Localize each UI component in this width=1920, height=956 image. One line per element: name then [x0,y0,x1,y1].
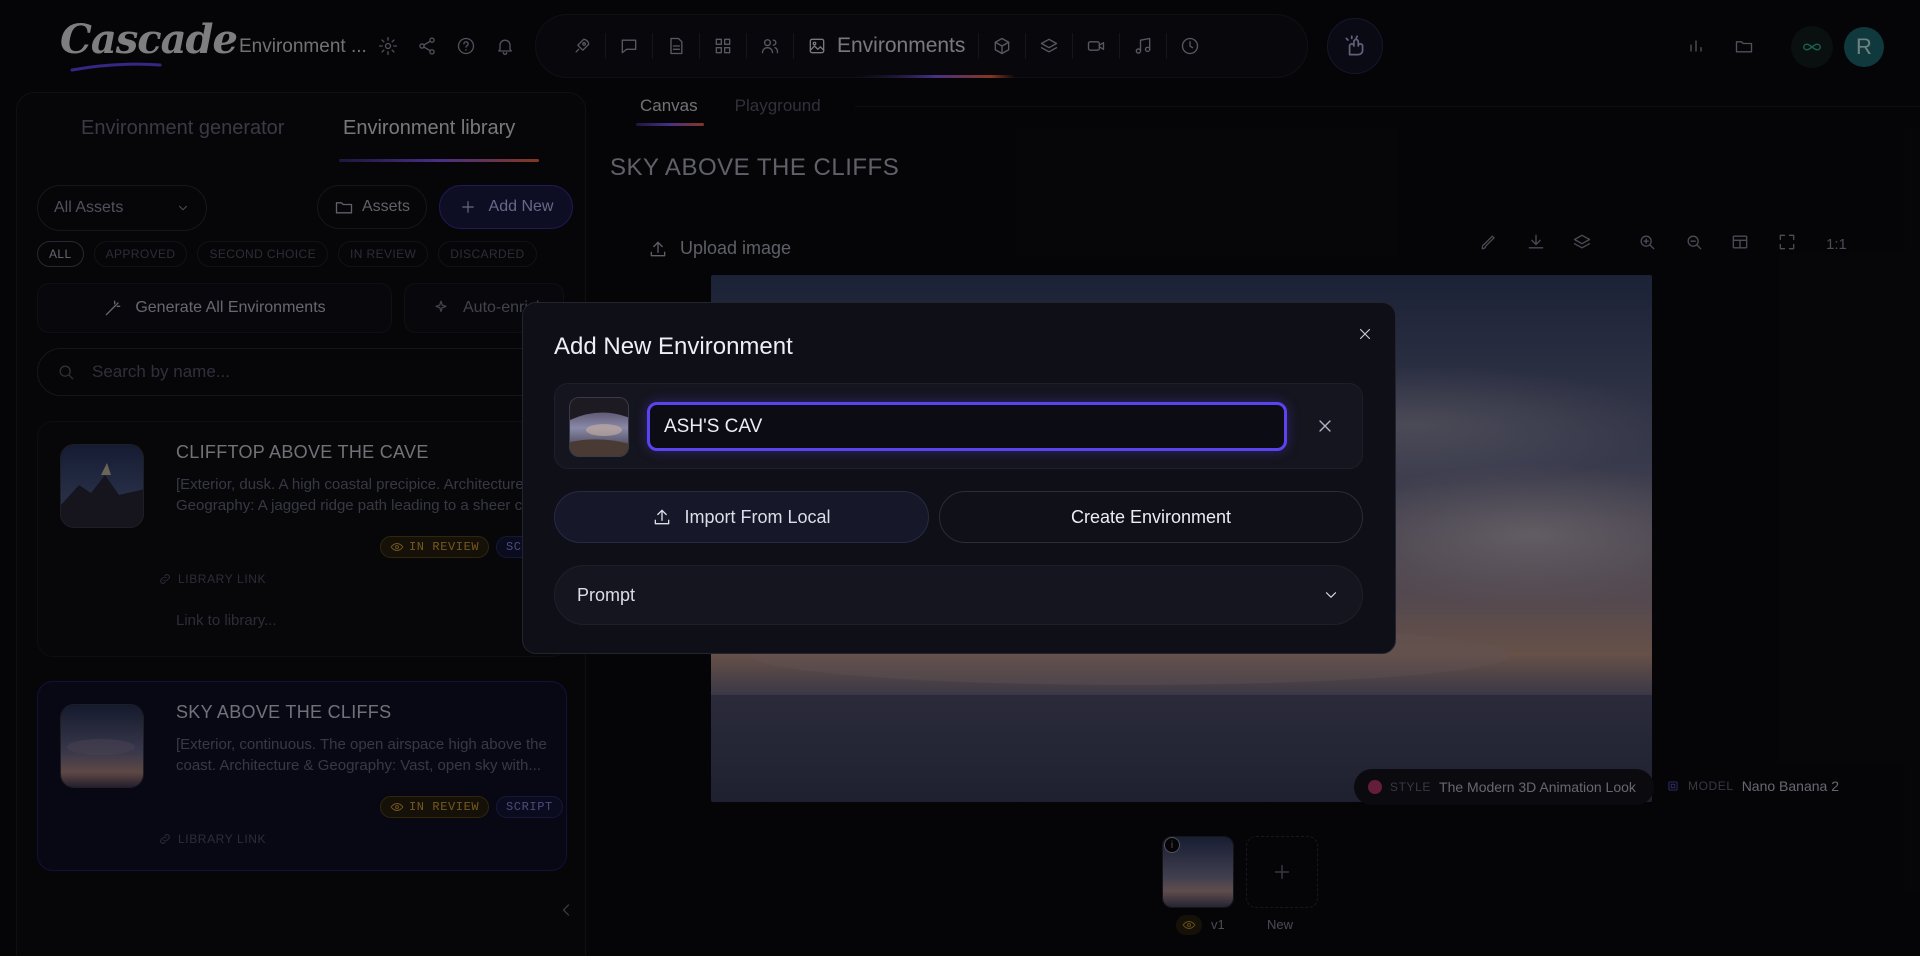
prompt-label: Prompt [577,584,636,605]
import-button-label: Import From Local [684,506,831,527]
clear-icon[interactable] [1315,416,1335,436]
prompt-accordion[interactable]: Prompt [554,565,1363,625]
chevron-down-icon [1322,586,1340,604]
environment-thumbnail[interactable] [569,397,629,457]
environment-name-input[interactable] [647,402,1287,451]
import-from-local-button[interactable]: Import From Local [554,491,929,543]
upload-icon [652,507,672,527]
create-environment-button[interactable]: Create Environment [939,491,1363,543]
environment-name-row [554,383,1363,469]
close-icon[interactable] [1356,325,1374,343]
app-root: Cascade Environment ... Environments R E… [0,0,1920,956]
add-environment-dialog: Add New Environment Import From Local Cr… [522,302,1396,654]
dialog-title: Add New Environment [554,333,793,360]
